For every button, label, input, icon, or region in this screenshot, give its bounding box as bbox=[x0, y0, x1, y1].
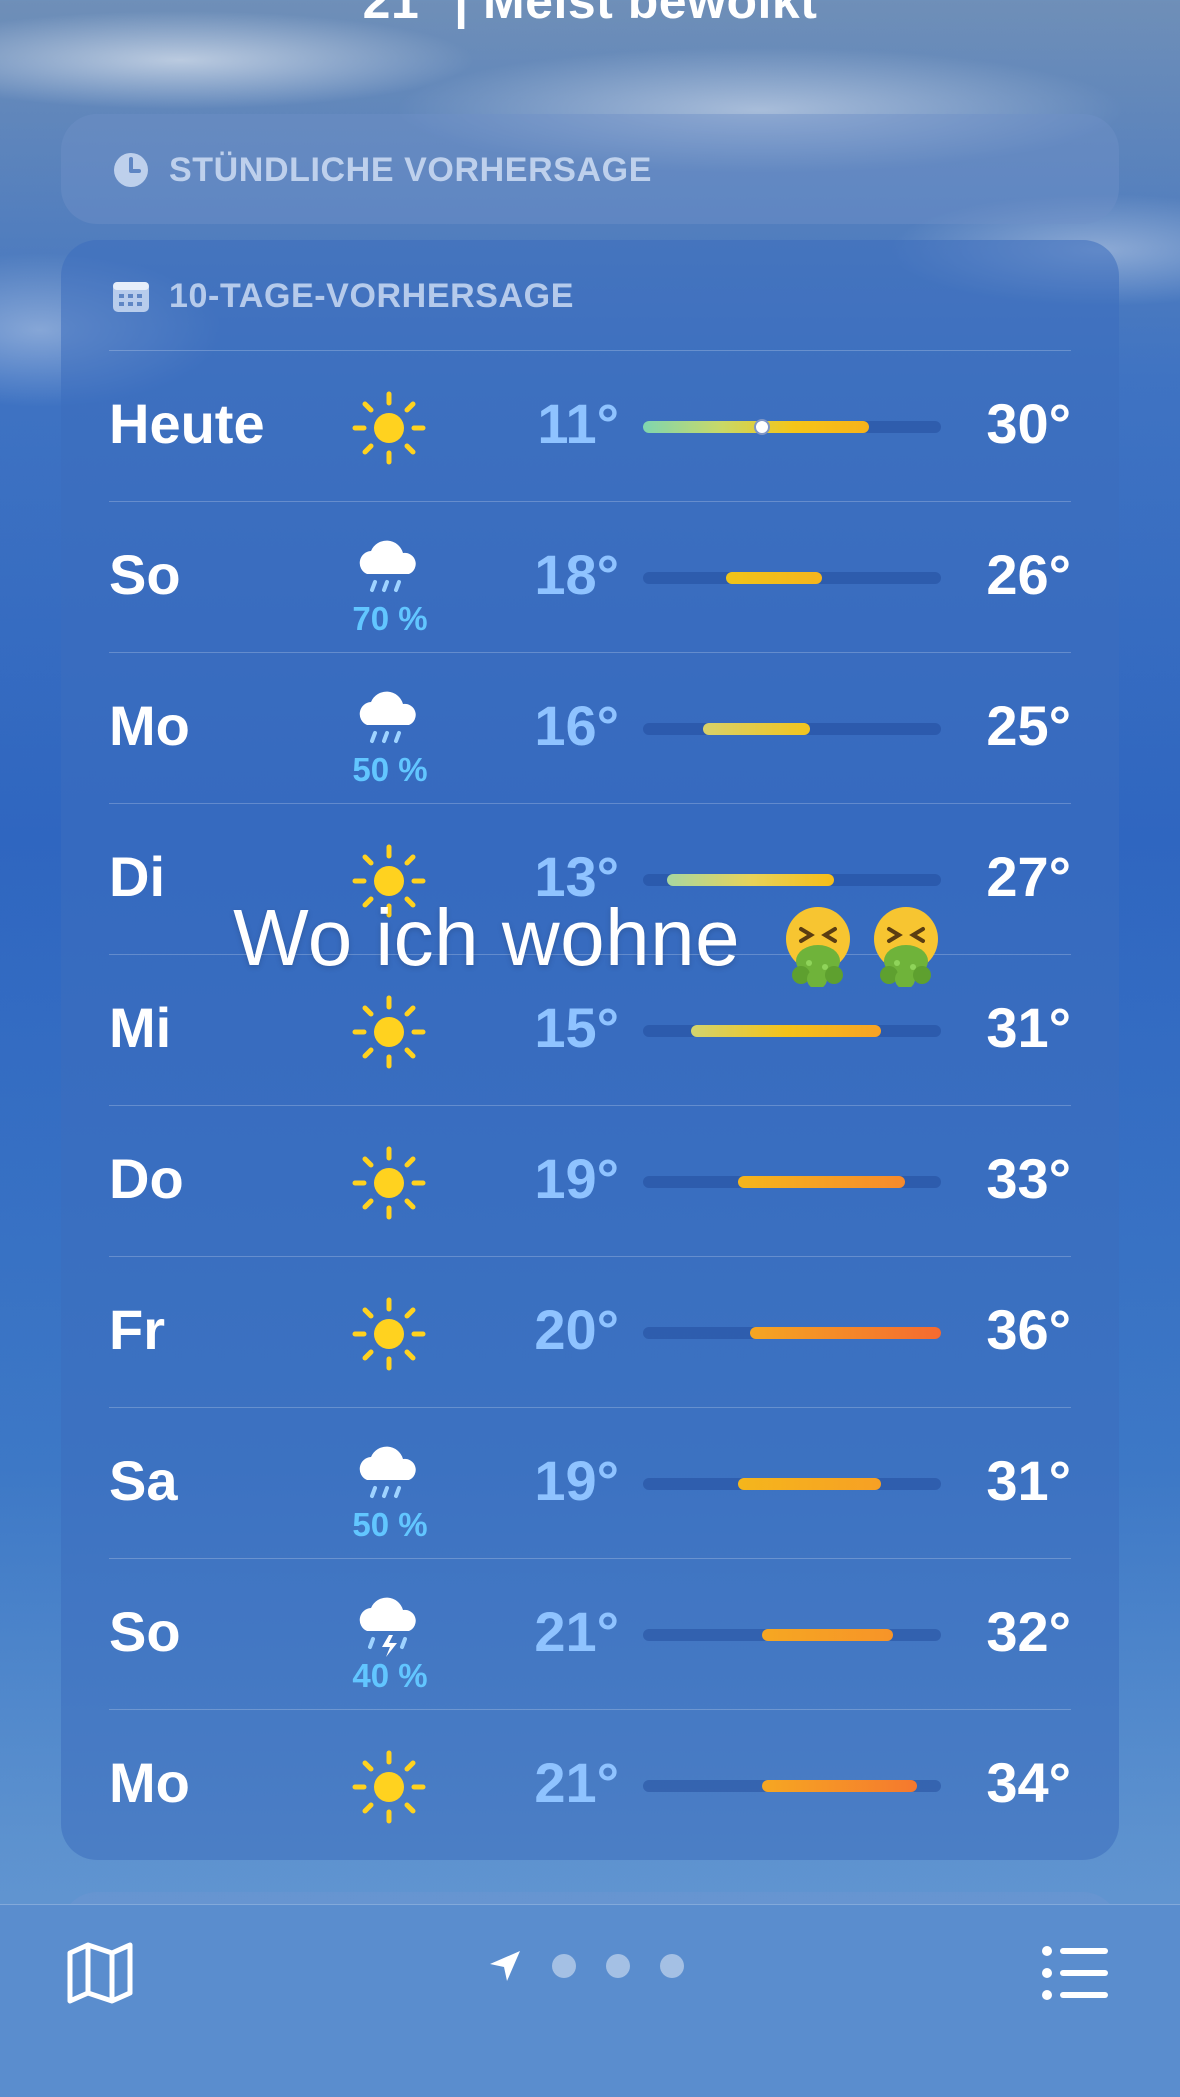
low-temperature: 19° bbox=[534, 1449, 619, 1512]
temperature-range-fill bbox=[690, 1025, 882, 1037]
clock-icon bbox=[111, 150, 151, 190]
forecast-day: Sa bbox=[109, 1449, 178, 1512]
sun-icon bbox=[349, 1747, 429, 1827]
temperature-range-bar bbox=[643, 1780, 941, 1792]
page-dot[interactable] bbox=[606, 1954, 630, 1978]
temperature-range-fill bbox=[702, 723, 810, 735]
nauseated-face-emoji bbox=[873, 906, 938, 987]
page-dot[interactable] bbox=[552, 1954, 576, 1978]
location-arrow-icon bbox=[490, 1951, 520, 1981]
high-temperature: 32° bbox=[986, 1600, 1071, 1663]
temperature-range-fill bbox=[762, 1629, 894, 1641]
map-icon bbox=[67, 1942, 133, 2004]
forecast-row[interactable]: So 40 % 21° 32° bbox=[109, 1558, 1071, 1709]
list-icon bbox=[1042, 1946, 1108, 2000]
hourly-forecast-title: STÜNDLICHE VORHERSAGE bbox=[169, 150, 652, 189]
ten-day-forecast-card[interactable]: 10-TAGE-VORHERSAGE Heute 11° 30° So 70 % 18° 2… bbox=[61, 240, 1119, 1860]
current-conditions-summary: 21° | Meist bewölkt bbox=[362, 0, 818, 29]
precipitation-chance: 50 % bbox=[352, 1506, 428, 1543]
forecast-day: Mi bbox=[109, 996, 172, 1059]
low-temperature: 18° bbox=[534, 543, 619, 606]
temperature-range-fill bbox=[726, 572, 822, 584]
temperature-range-fill bbox=[738, 1478, 882, 1490]
temperature-range-fill bbox=[762, 1780, 918, 1792]
temperature-range-fill bbox=[666, 874, 834, 886]
cloud-rain-icon bbox=[349, 530, 429, 610]
low-temperature: 11° bbox=[537, 392, 619, 455]
nauseated-face-emoji bbox=[785, 906, 850, 987]
calendar-icon bbox=[111, 276, 151, 316]
low-temperature: 19° bbox=[534, 1147, 619, 1210]
overlay-emoji-group bbox=[777, 901, 947, 987]
temperature-range-bar bbox=[643, 874, 941, 886]
forecast-day: Heute bbox=[109, 392, 265, 455]
low-temperature: 16° bbox=[534, 694, 619, 757]
low-temperature: 21° bbox=[534, 1751, 619, 1814]
high-temperature: 36° bbox=[986, 1298, 1071, 1361]
bottom-toolbar bbox=[0, 1904, 1180, 2097]
forecast-row[interactable]: So 70 % 18° 26° bbox=[109, 501, 1071, 652]
temperature-range-bar bbox=[643, 572, 941, 584]
forecast-row[interactable]: Do 19° 33° bbox=[109, 1105, 1071, 1256]
forecast-day: So bbox=[109, 1600, 181, 1663]
high-temperature: 26° bbox=[986, 543, 1071, 606]
low-temperature: 20° bbox=[534, 1298, 619, 1361]
forecast-row[interactable]: Mo 50 % 16° 25° bbox=[109, 652, 1071, 803]
precipitation-chance: 50 % bbox=[352, 751, 428, 788]
sun-icon bbox=[349, 1143, 429, 1223]
hourly-forecast-header: STÜNDLICHE VORHERSAGE bbox=[111, 150, 652, 190]
cloud-storm-icon bbox=[349, 1587, 429, 1667]
temperature-range-fill bbox=[738, 1176, 906, 1188]
temperature-range-bar bbox=[643, 1327, 941, 1339]
page-dot[interactable] bbox=[660, 1954, 684, 1978]
temperature-range-bar bbox=[643, 1478, 941, 1490]
overlay-caption-text: Wo ich wohne bbox=[233, 893, 741, 982]
hourly-forecast-card[interactable]: STÜNDLICHE VORHERSAGE bbox=[61, 114, 1119, 224]
forecast-row[interactable]: Fr 20° 36° bbox=[109, 1256, 1071, 1407]
precipitation-chance: 40 % bbox=[352, 1657, 428, 1694]
temperature-range-bar bbox=[643, 1025, 941, 1037]
ten-day-forecast-list: Heute 11° 30° So 70 % 18° 26° Mo 50 % 16° 25° Di 13°… bbox=[109, 350, 1071, 1860]
forecast-row[interactable]: Heute 11° 30° bbox=[109, 350, 1071, 501]
high-temperature: 34° bbox=[986, 1751, 1071, 1814]
temperature-range-bar bbox=[643, 1629, 941, 1641]
temperature-range-bar bbox=[643, 1176, 941, 1188]
page-indicator[interactable] bbox=[488, 1949, 684, 1983]
forecast-row[interactable]: Sa 50 % 19° 31° bbox=[109, 1407, 1071, 1558]
forecast-day: Mo bbox=[109, 1751, 190, 1814]
ten-day-forecast-title: 10-TAGE-VORHERSAGE bbox=[169, 276, 575, 315]
low-temperature: 21° bbox=[534, 1600, 619, 1663]
sun-icon bbox=[349, 388, 429, 468]
map-button[interactable] bbox=[64, 1937, 136, 2009]
high-temperature: 31° bbox=[986, 996, 1071, 1059]
sun-icon bbox=[349, 992, 429, 1072]
locations-list-button[interactable] bbox=[1040, 1941, 1112, 2005]
high-temperature: 33° bbox=[986, 1147, 1071, 1210]
sun-icon bbox=[349, 1294, 429, 1374]
forecast-day: Do bbox=[109, 1147, 184, 1210]
cloud-rain-icon bbox=[349, 1436, 429, 1516]
forecast-day: So bbox=[109, 543, 181, 606]
high-temperature: 31° bbox=[986, 1449, 1071, 1512]
ten-day-forecast-header: 10-TAGE-VORHERSAGE bbox=[111, 276, 574, 316]
high-temperature: 25° bbox=[986, 694, 1071, 757]
overlay-caption: Wo ich wohne bbox=[0, 892, 1180, 987]
forecast-row[interactable]: Mo 21° 34° bbox=[109, 1709, 1071, 1860]
high-temperature: 30° bbox=[986, 392, 1071, 455]
forecast-day: Mo bbox=[109, 694, 190, 757]
precipitation-chance: 70 % bbox=[352, 600, 428, 637]
low-temperature: 15° bbox=[534, 996, 619, 1059]
temperature-range-bar bbox=[643, 419, 941, 435]
temperature-range-bar bbox=[643, 723, 941, 735]
cloud-rain-icon bbox=[349, 681, 429, 761]
forecast-day: Fr bbox=[109, 1298, 165, 1361]
temperature-range-fill bbox=[750, 1327, 941, 1339]
